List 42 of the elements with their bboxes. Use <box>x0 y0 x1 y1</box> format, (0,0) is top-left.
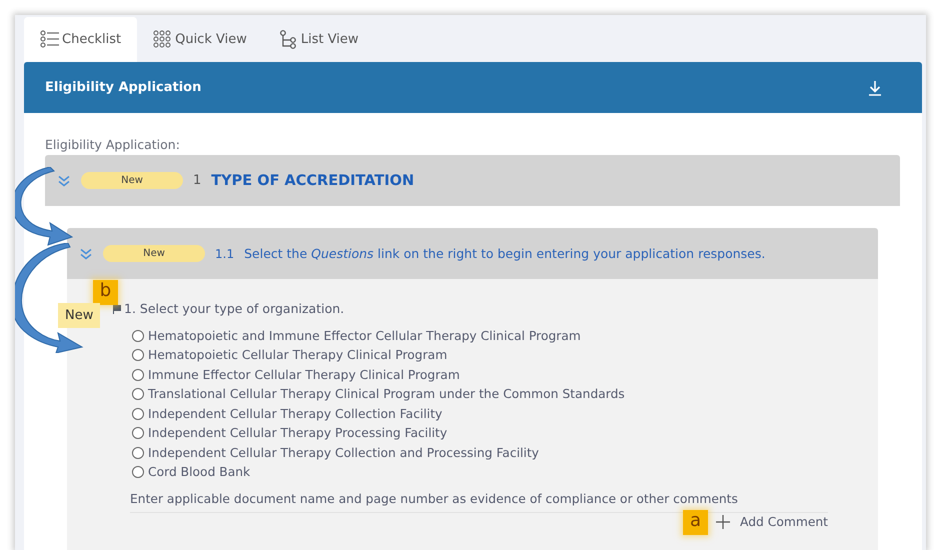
option-label: Independent Cellular Therapy Collection Facility <box>148 406 442 421</box>
option-label: Immune Effector Cellular Therapy Clinical Program <box>148 368 460 382</box>
tab[interactable]: List View <box>262 17 375 62</box>
chevron-icon <box>57 174 71 186</box>
status-badge: New <box>81 172 183 189</box>
radio-button[interactable] <box>132 466 144 478</box>
radio-button[interactable] <box>132 408 144 420</box>
section-label: Eligibility Application: <box>45 136 181 154</box>
download-button[interactable] <box>868 80 882 96</box>
subsection-number: 1.1 <box>215 246 234 260</box>
subsection-text: Select the Questions link on the right to begin entering your application responses. <box>244 246 766 261</box>
option-label: Hematopoietic and Immune Effector Cellular Therapy Clinical Program <box>148 328 581 343</box>
panel-title: Eligibility Application <box>45 80 202 95</box>
question-text: 1. Select your type of organization. <box>124 301 344 316</box>
flag-icon <box>112 304 122 314</box>
option-label: Translational Cellular Therapy Clinical Program under the Common Standards <box>148 387 625 402</box>
section-title: TYPE OF ACCREDITATION <box>211 172 414 188</box>
radio-button[interactable] <box>132 388 144 400</box>
comment-prompt: Enter applicable document name and page number as evidence of compliance or other comments <box>130 492 739 506</box>
status-badge: New <box>103 245 205 262</box>
section-number: 1 <box>193 173 202 188</box>
radio-button[interactable] <box>132 368 144 381</box>
tab[interactable]: Checklist <box>24 17 138 62</box>
grid-icon <box>153 30 174 49</box>
radio-button[interactable] <box>132 349 144 362</box>
radio-button[interactable] <box>132 427 144 440</box>
radio-button[interactable] <box>132 446 144 459</box>
chevron-icon <box>79 248 93 260</box>
radio-button[interactable] <box>132 330 144 342</box>
callout-marker: a <box>683 510 708 535</box>
option-label: Independent Cellular Therapy Processing Facility <box>148 426 448 440</box>
option-label: Cord Blood Bank <box>148 465 250 480</box>
add-comment-button[interactable]: Add Comment <box>716 515 828 529</box>
callout-marker: b <box>93 280 118 305</box>
option-label: Independent Cellular Therapy Collection and Processing Facility <box>148 446 539 460</box>
list-icon <box>40 30 60 49</box>
plus-icon <box>716 515 730 529</box>
tree-icon <box>278 30 299 49</box>
download-icon <box>868 80 882 96</box>
tab[interactable]: Quick View <box>137 17 263 62</box>
option-label: Hematopoietic Cellular Therapy Clinical Program <box>148 348 448 362</box>
callout-tag: New <box>58 303 100 328</box>
